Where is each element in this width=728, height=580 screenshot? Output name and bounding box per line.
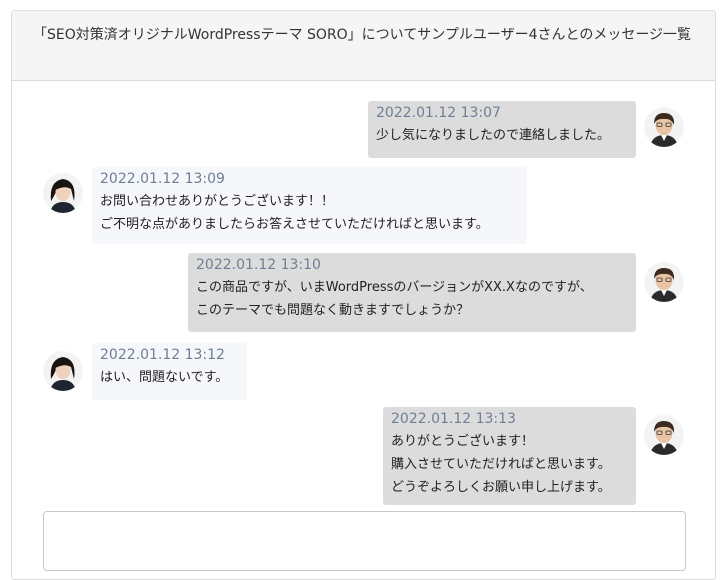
message-text: 少し気になりましたので連絡しました。 <box>376 128 611 143</box>
message-text: このテーマでも問題なく動きますでしょうか？ <box>196 303 470 318</box>
message-timestamp: 2022.01.12 13:10 <box>196 257 321 273</box>
message-timestamp: 2022.01.12 13:12 <box>100 347 225 363</box>
user-avatar-male <box>644 415 684 455</box>
message-text: ありがとうございます！ <box>391 434 535 449</box>
message-text: この商品ですが、いまWordPressのバージョンがXX.Xなのですが、 <box>196 280 593 295</box>
message-text: ご不明な点がありましたらお答えさせていただければと思います。 <box>100 217 489 232</box>
message-text: お問い合わせありがとうございます！！ <box>100 194 335 209</box>
message-bubble-sent: 2022.01.12 13:07 少し気になりましたので連絡しました。 <box>368 101 636 158</box>
user-avatar-female <box>43 173 83 213</box>
message-timestamp: 2022.01.12 13:07 <box>376 105 501 121</box>
message-text: 購入させていただければと思います。 <box>391 457 611 472</box>
message-card: 「SEO対策済オリジナルWordPressテーマ SORO」についてサンプルユー… <box>11 10 716 580</box>
user-avatar-male <box>644 262 684 302</box>
message-bubble-sent: 2022.01.12 13:13 ありがとうございます！ 購入させていただければ… <box>383 407 636 505</box>
message-timestamp: 2022.01.12 13:13 <box>391 411 516 427</box>
message-list: 2022.01.12 13:07 少し気になりましたので連絡しました。 2022… <box>12 81 715 505</box>
message-bubble-received: 2022.01.12 13:09 お問い合わせありがとうございます！！ ご不明な… <box>92 167 527 244</box>
message-bubble-sent: 2022.01.12 13:10 この商品ですが、いまWordPressのバージ… <box>188 253 636 332</box>
reply-textarea[interactable] <box>43 511 686 571</box>
user-avatar-female <box>43 351 83 391</box>
user-avatar-male <box>644 107 684 147</box>
page-title: 「SEO対策済オリジナルWordPressテーマ SORO」についてサンプルユー… <box>12 11 715 81</box>
message-text: はい、問題ないです。 <box>100 370 229 385</box>
message-timestamp: 2022.01.12 13:09 <box>100 171 225 187</box>
message-text: どうぞよろしくお願い申し上げます。 <box>391 480 611 495</box>
message-bubble-received: 2022.01.12 13:12 はい、問題ないです。 <box>92 343 247 400</box>
